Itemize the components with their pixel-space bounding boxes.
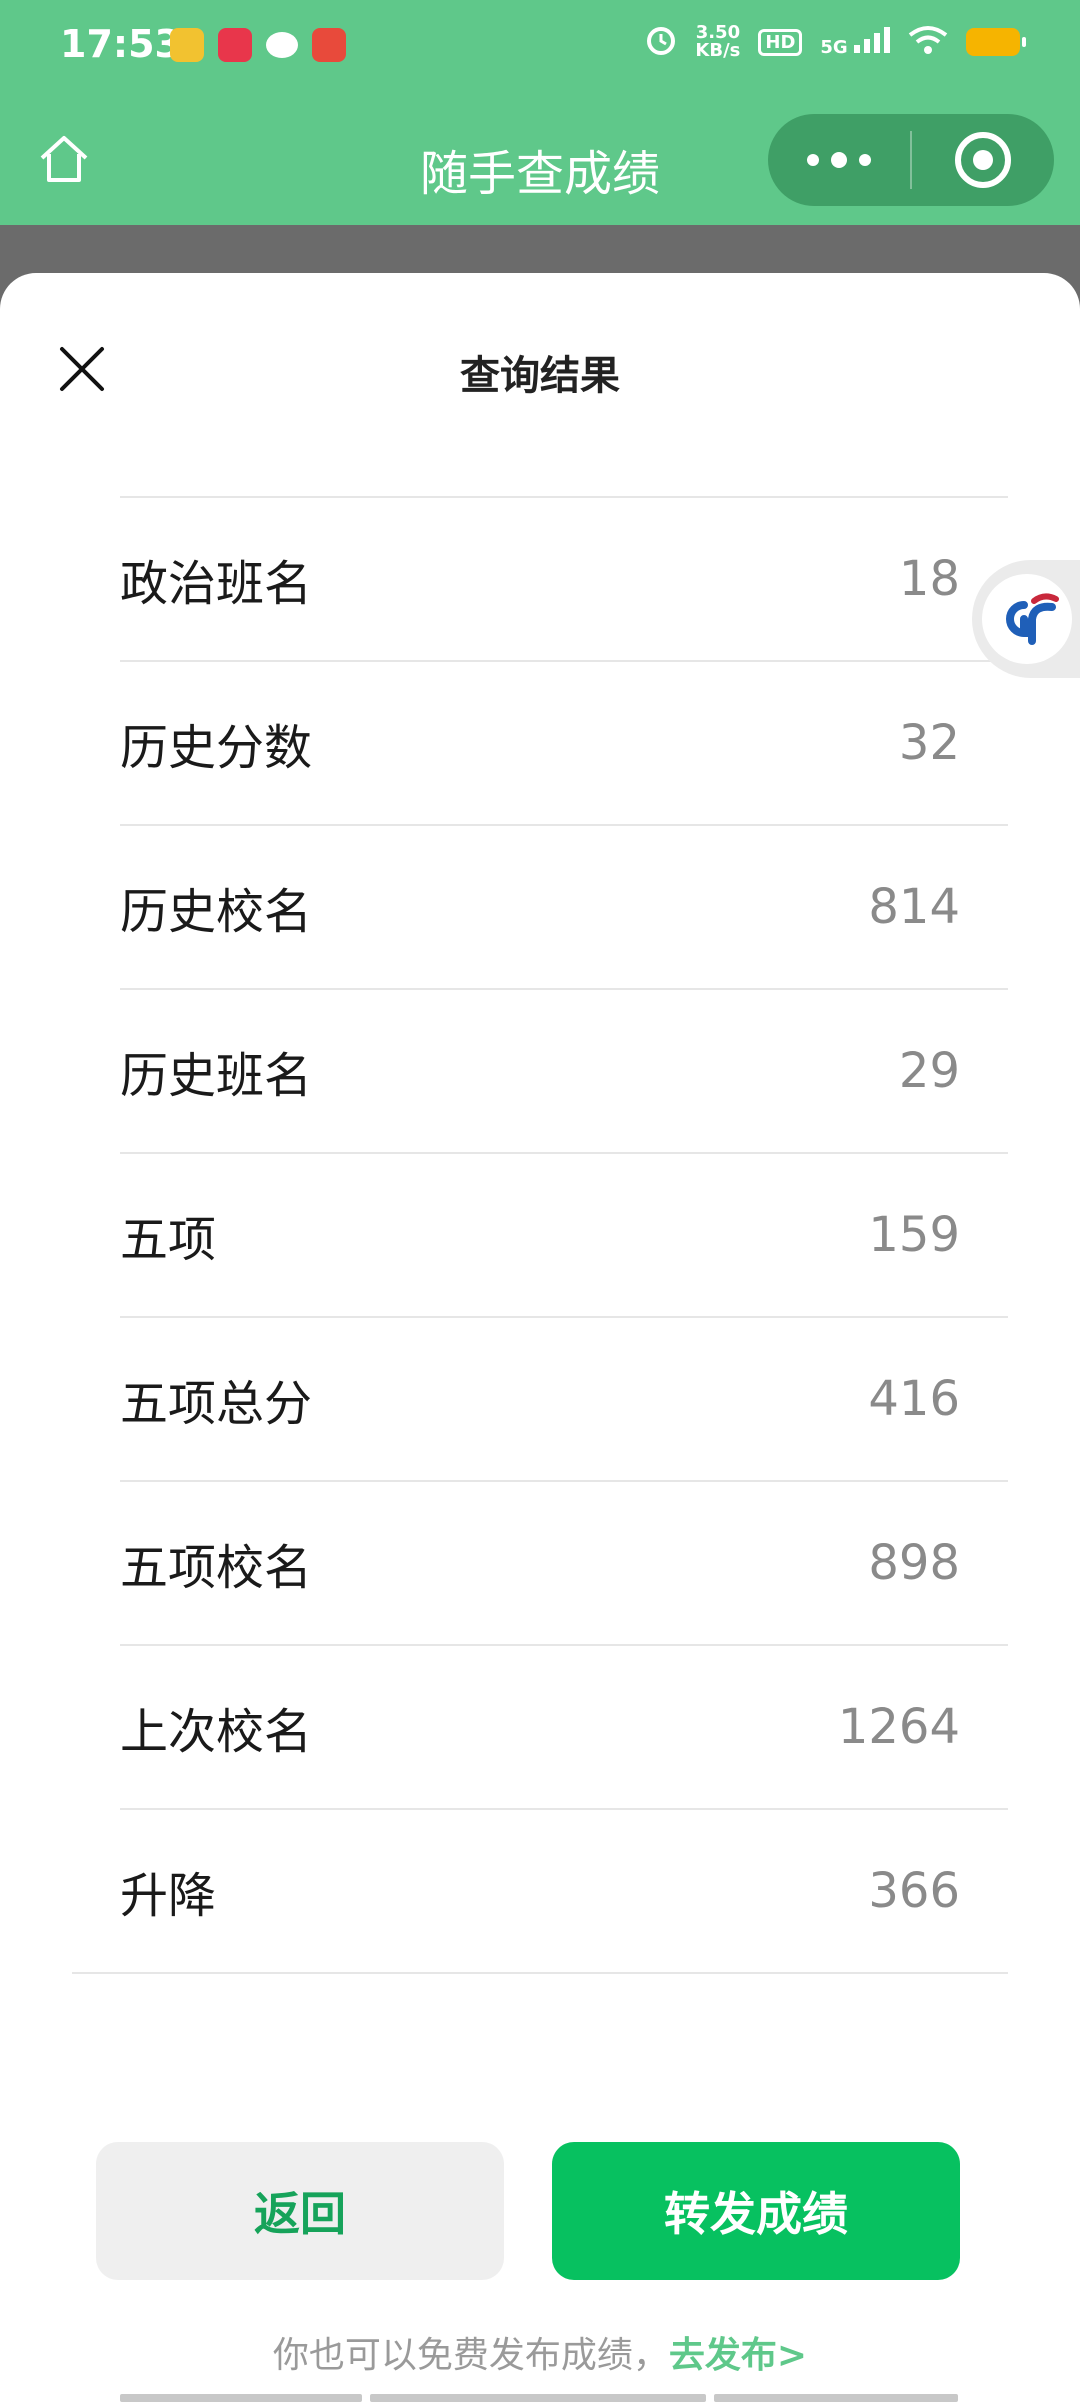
hd-badge: HD	[758, 28, 803, 56]
result-sheet: 查询结果 政治班名 18 历史分数 32 历史校名 814 历史班名 29 五项…	[0, 273, 1080, 2404]
list-item: 五项校名 898	[120, 1482, 1008, 1646]
list-item: 政治班名 18	[120, 498, 1008, 662]
app-notification-icon	[170, 28, 204, 62]
battery-icon	[966, 28, 1026, 56]
app-notification-icon	[312, 28, 346, 62]
more-icon	[807, 154, 819, 166]
publish-link[interactable]: 去发布>	[669, 2335, 807, 2376]
bottom-indicator	[120, 2394, 960, 2404]
indicator-segment	[370, 2394, 706, 2402]
network-speed: 3.50 KB/s	[695, 22, 741, 61]
close-mini-program-button[interactable]	[912, 114, 1054, 206]
chat-notification-icon	[266, 32, 298, 58]
indicator-segment	[714, 2394, 958, 2402]
item-label: 升降	[120, 1868, 217, 1924]
status-indicators: 3.50 KB/s HD 5G	[645, 22, 1026, 61]
sheet-title: 查询结果	[460, 353, 620, 399]
forward-score-button[interactable]: 转发成绩	[552, 2142, 960, 2280]
app-notification-icon	[218, 28, 252, 62]
ring-center	[973, 150, 993, 170]
item-label: 历史班名	[120, 1048, 313, 1104]
item-value: 1264	[837, 1699, 960, 1755]
list-item: 五项 159	[120, 1154, 1008, 1318]
mini-program-nav-bar: 随手查成绩	[0, 100, 1080, 225]
item-label: 历史校名	[120, 884, 313, 940]
status-bar: 17:53 3.50 KB/s HD 5G	[0, 0, 1080, 100]
item-label: 历史分数	[120, 720, 313, 776]
item-value: 814	[868, 879, 960, 935]
list-item: 五项总分 416	[120, 1318, 1008, 1482]
item-value: 366	[868, 1863, 960, 1919]
assistant-logo	[1006, 593, 1059, 645]
item-label: 五项	[120, 1212, 217, 1268]
item-label: 政治班名	[120, 556, 313, 612]
alarm-icon	[645, 24, 677, 60]
score-list: 政治班名 18 历史分数 32 历史校名 814 历史班名 29 五项 159 …	[72, 496, 1008, 1974]
notification-icons	[170, 28, 346, 62]
signal-icon: 5G	[820, 27, 890, 57]
item-value: 29	[898, 1043, 960, 1099]
item-label: 五项总分	[120, 1376, 313, 1432]
item-value: 159	[868, 1207, 960, 1263]
list-item: 历史班名 29	[120, 990, 1008, 1154]
back-button[interactable]: 返回	[96, 2142, 504, 2280]
footer-note: 你也可以免费发布成绩，去发布>	[0, 2326, 1080, 2378]
close-mini-program-icon	[955, 132, 1011, 188]
floating-assistant-button[interactable]	[972, 560, 1080, 678]
list-item: 历史分数 32	[120, 662, 1008, 826]
list-item: 上次校名 1264	[120, 1646, 1008, 1810]
item-value: 898	[868, 1535, 960, 1591]
indicator-segment	[120, 2394, 362, 2402]
footer-text: 你也可以免费发布成绩，	[272, 2335, 669, 2376]
status-time: 17:53	[60, 22, 181, 66]
floating-assistant-icon	[982, 574, 1072, 664]
item-value: 416	[868, 1371, 960, 1427]
more-button[interactable]	[768, 114, 910, 206]
item-label: 五项校名	[120, 1540, 313, 1596]
list-item: 升降 366	[72, 1810, 1008, 1974]
mini-program-capsule	[768, 114, 1054, 206]
more-icon-dot	[859, 154, 871, 166]
item-value: 32	[898, 715, 960, 771]
item-label: 上次校名	[120, 1704, 313, 1760]
more-icon-dot	[831, 152, 847, 168]
wifi-icon	[908, 25, 948, 59]
list-item: 历史校名 814	[120, 826, 1008, 990]
